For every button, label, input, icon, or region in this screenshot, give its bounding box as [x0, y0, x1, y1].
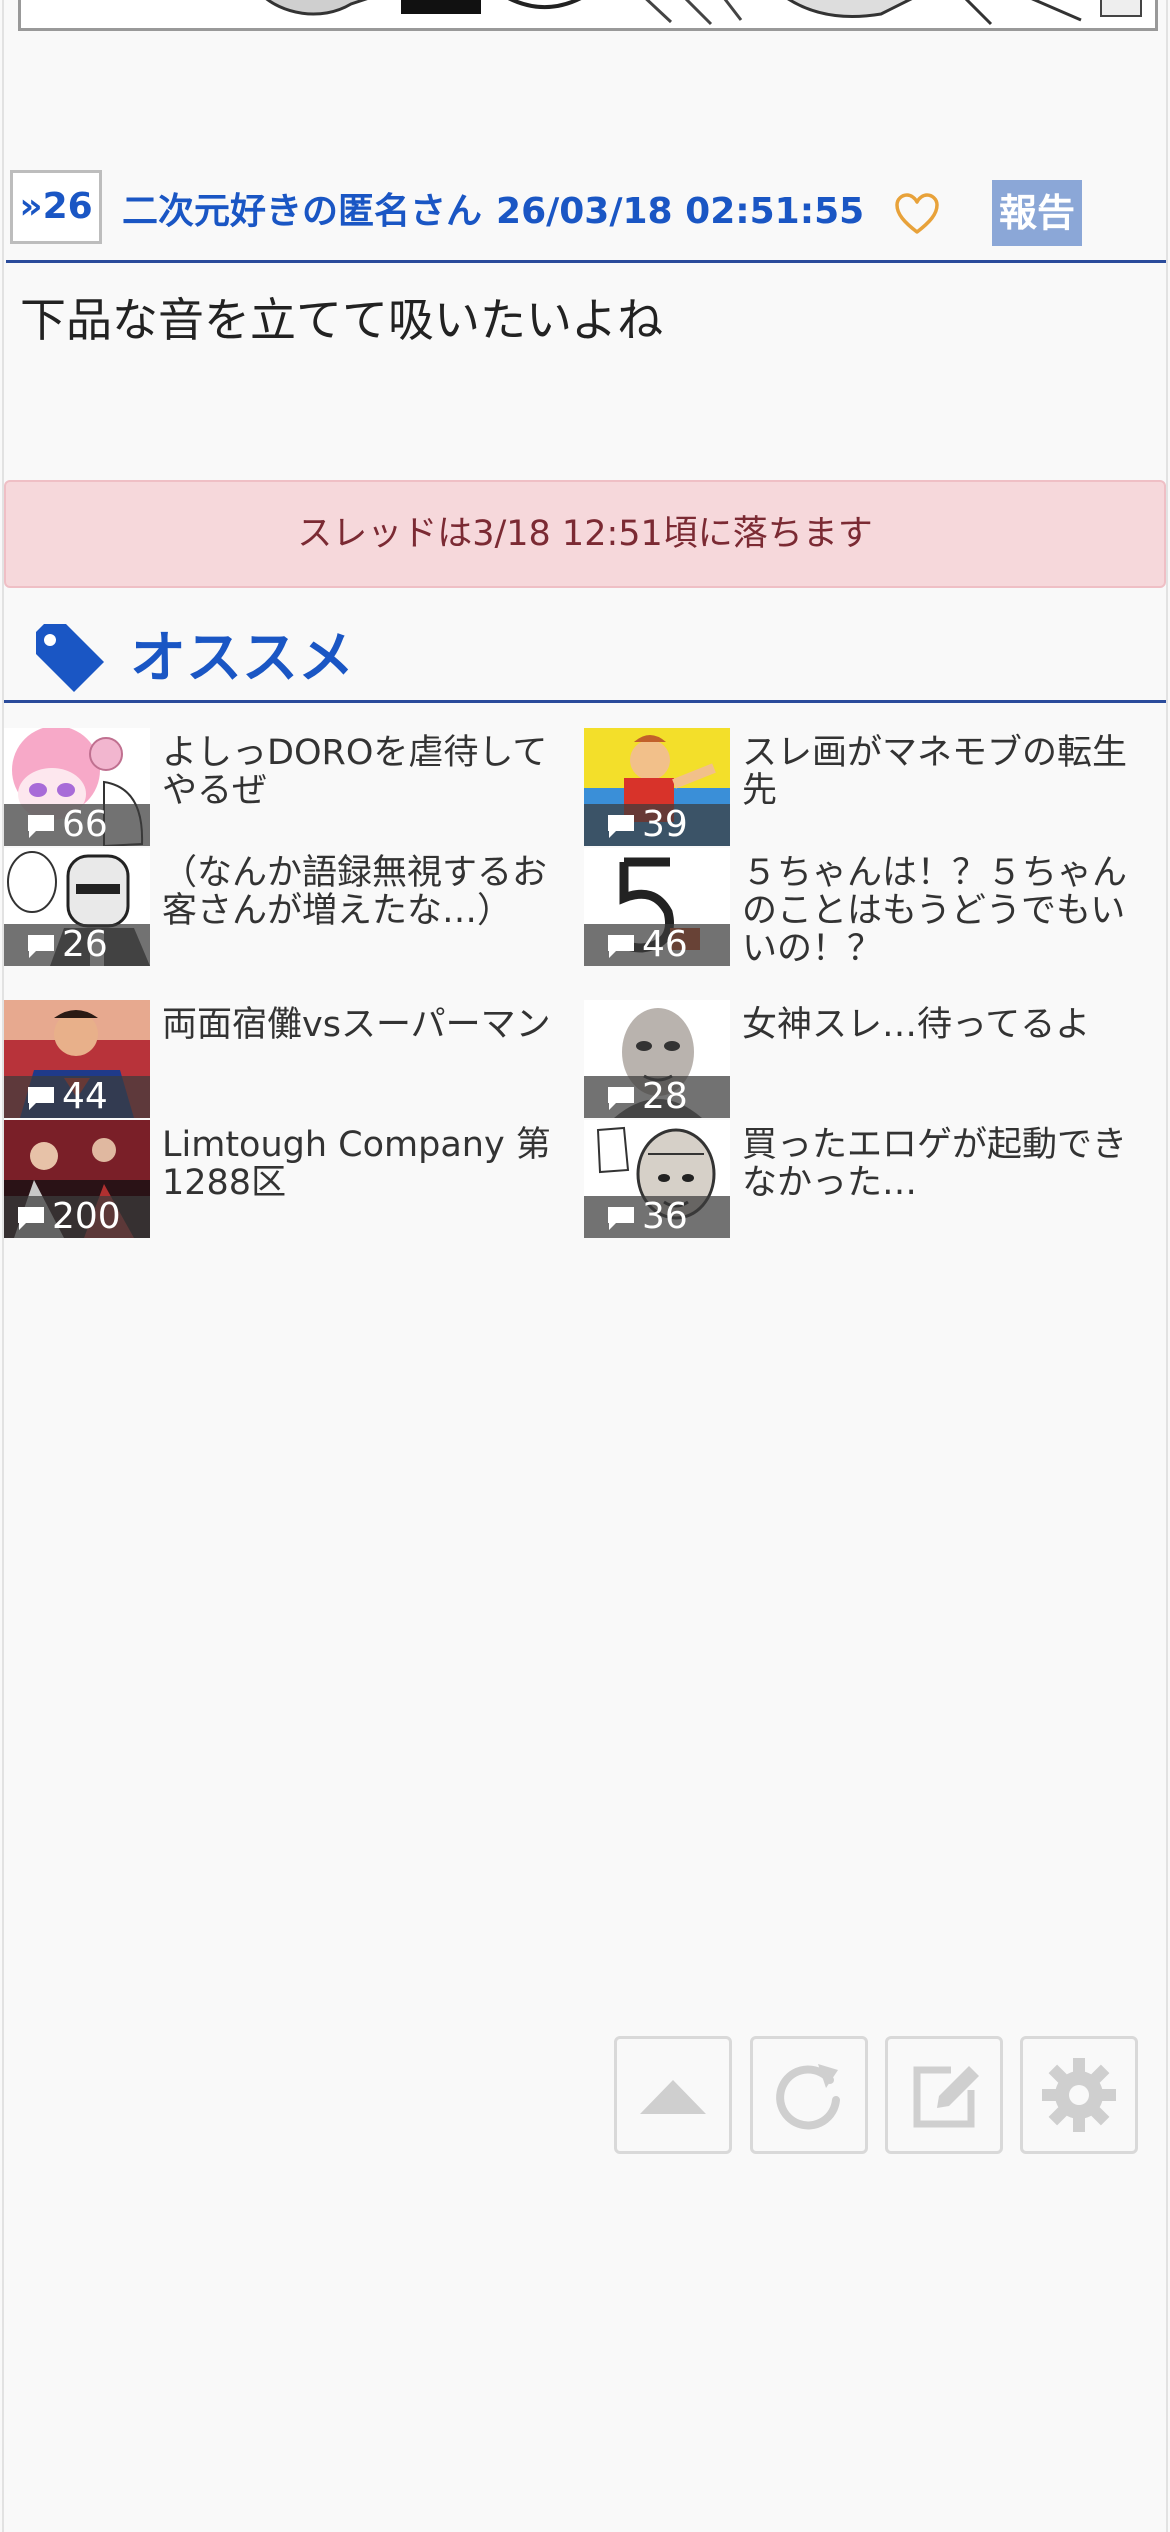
- recommend-item[interactable]: 66 よしっDOROを虐待してやるぜ: [4, 728, 582, 848]
- comment-count: 66: [4, 804, 150, 846]
- comment-icon: [28, 815, 54, 838]
- thread-thumbnail: 66: [4, 728, 150, 846]
- tag-icon: [36, 624, 104, 692]
- comment-count-value: 36: [642, 1196, 688, 1237]
- comment-icon: [608, 1087, 634, 1110]
- comment-icon: [608, 1207, 634, 1230]
- comment-count: 36: [584, 1196, 730, 1238]
- heart-icon[interactable]: [894, 192, 940, 236]
- settings-icon: [1042, 2058, 1116, 2132]
- comment-icon: [608, 815, 634, 838]
- thread-thumbnail: 28: [584, 1000, 730, 1118]
- comment-count-value: 26: [62, 924, 108, 965]
- recommend-header: オススメ: [4, 618, 1166, 703]
- res-number-link[interactable]: »26: [10, 170, 102, 244]
- thread-title[interactable]: （なんか語録無視するお客さんが増えたな…）: [162, 854, 574, 930]
- comment-icon: [18, 1207, 44, 1230]
- edit-icon: [913, 2066, 979, 2128]
- thread-thumbnail: 26: [4, 848, 150, 966]
- thread-thumbnail: 200: [4, 1120, 150, 1238]
- comment-count: 46: [584, 924, 730, 966]
- recommend-item[interactable]: 39 スレ画がマネモブの転生先: [584, 728, 1162, 848]
- recommend-heading: オススメ: [130, 626, 354, 691]
- comment-icon: [28, 935, 54, 958]
- recommend-item[interactable]: 36 買ったエロゲが起動できなかった…: [584, 1120, 1162, 1240]
- scroll-top-icon: [640, 2080, 706, 2114]
- comment-icon: [608, 935, 634, 958]
- thread-title[interactable]: ５ちゃんは！？５ちゃんのことはもうどうでもいいの！？: [742, 854, 1154, 968]
- comment-icon: [28, 1087, 54, 1110]
- settings-button[interactable]: [1020, 2036, 1138, 2154]
- recommend-item[interactable]: 200 Limtough Company 第1288区: [4, 1120, 582, 1240]
- comment-count: 28: [584, 1076, 730, 1118]
- thread-title[interactable]: よしっDOROを虐待してやるぜ: [162, 734, 574, 810]
- expire-notice: スレッドは3/18 12:51頃に落ちます: [4, 480, 1166, 588]
- post-header: »26 二次元好きの匿名さん 26/03/18 02:51:55 報告: [6, 170, 1166, 263]
- comment-count-value: 46: [642, 924, 688, 965]
- post-meta: 二次元好きの匿名さん 26/03/18 02:51:55: [122, 182, 864, 234]
- thread-title[interactable]: Limtough Company 第1288区: [162, 1126, 574, 1202]
- comment-count-value: 200: [52, 1196, 121, 1237]
- reload-button[interactable]: [750, 2036, 868, 2154]
- thread-title[interactable]: 買ったエロゲが起動できなかった…: [742, 1126, 1154, 1202]
- comment-count: 26: [4, 924, 150, 966]
- comment-count: 39: [584, 804, 730, 846]
- thread-thumbnail: 39: [584, 728, 730, 846]
- page-border-right: [1166, 0, 1168, 2532]
- recommend-item[interactable]: 26 （なんか語録無視するお客さんが増えたな…）: [4, 848, 582, 968]
- comment-count: 200: [4, 1196, 150, 1238]
- comment-count-value: 44: [62, 1076, 108, 1117]
- thread-thumbnail: 44: [4, 1000, 150, 1118]
- thread-thumbnail: 36: [584, 1120, 730, 1238]
- post-timestamp: 26/03/18 02:51:55: [496, 191, 865, 232]
- comment-count-value: 39: [642, 804, 688, 845]
- thread-title[interactable]: 女神スレ…待ってるよ: [742, 1006, 1154, 1044]
- recommend-item[interactable]: 46 ５ちゃんは！？５ちゃんのことはもうどうでもいいの！？: [584, 848, 1162, 998]
- recommend-item[interactable]: 44 両面宿儺vsスーパーマン: [4, 1000, 582, 1120]
- page-border-left: [2, 0, 4, 2532]
- thread-title[interactable]: スレ画がマネモブの転生先: [742, 734, 1154, 810]
- scroll-top-button[interactable]: [614, 2036, 732, 2154]
- thread-title[interactable]: 両面宿儺vsスーパーマン: [162, 1006, 574, 1044]
- recommend-item[interactable]: 28 女神スレ…待ってるよ: [584, 1000, 1162, 1120]
- post-body: 下品な音を立てて吸いたいよね: [20, 293, 664, 347]
- thread-thumbnail: 46: [584, 848, 730, 966]
- comment-count-value: 66: [62, 804, 108, 845]
- poster-name: 二次元好きの匿名さん: [122, 191, 483, 232]
- comment-count-value: 28: [642, 1076, 688, 1117]
- post-image[interactable]: [18, 0, 1158, 31]
- post-button[interactable]: [885, 2036, 1003, 2154]
- report-button[interactable]: 報告: [992, 180, 1082, 246]
- reload-icon: [776, 2064, 840, 2130]
- comment-count: 44: [4, 1076, 150, 1118]
